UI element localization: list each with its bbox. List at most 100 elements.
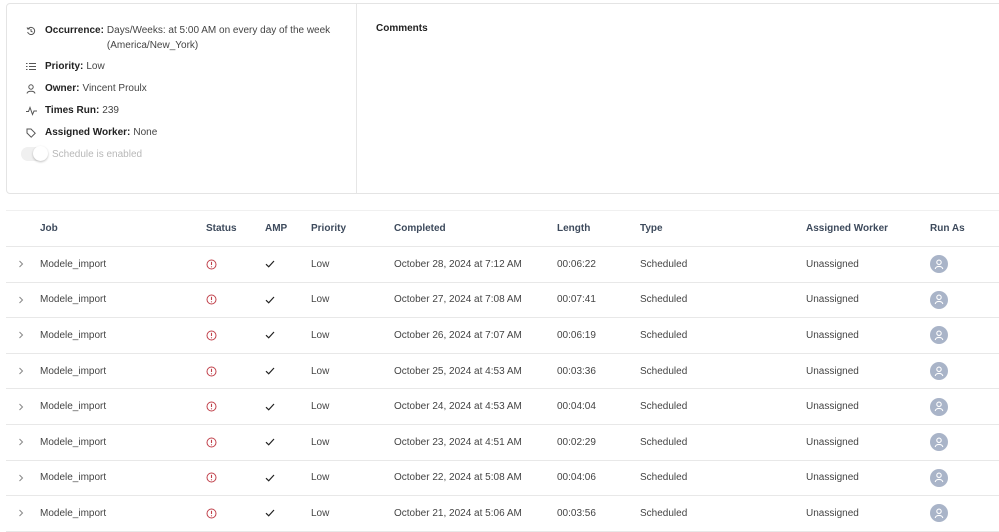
type-cell: Scheduled (640, 294, 688, 306)
check-icon (265, 260, 275, 268)
schedule-toggle-row: Schedule is enabled (21, 146, 142, 161)
chevron-right-icon (19, 403, 24, 411)
priority-label: Priority: (45, 61, 84, 72)
occurrence-value: Days/Weeks: at 5:00 AM on every day of t… (107, 23, 330, 53)
check-icon (265, 438, 275, 446)
job-link[interactable]: Modele_import (40, 318, 106, 353)
table-row[interactable]: Modele_import Low October 23, 2024 at 4:… (6, 425, 999, 461)
job-link[interactable]: Modele_import (40, 389, 106, 424)
expand-row-button[interactable] (18, 389, 24, 424)
avatar[interactable] (930, 504, 948, 523)
avatar[interactable] (930, 290, 948, 309)
job-link[interactable]: Modele_import (40, 354, 106, 389)
check-icon (265, 510, 275, 518)
avatar[interactable] (930, 397, 948, 416)
job-link[interactable]: Modele_import (40, 425, 106, 460)
avatar[interactable] (930, 468, 948, 487)
expand-row-button[interactable] (18, 354, 24, 389)
priority-cell: Low (311, 401, 330, 413)
amp-cell (265, 318, 275, 353)
completed-cell: October 28, 2024 at 7:12 AM (394, 258, 522, 270)
occurrence-value-line1: Days/Weeks: at 5:00 AM on every day of t… (106, 25, 331, 36)
job-link[interactable]: Modele_import (40, 496, 106, 531)
assigned-worker-cell: Unassigned (806, 507, 859, 519)
job-link[interactable]: Modele_import (40, 283, 106, 318)
amp-cell (265, 425, 275, 460)
run-as-cell (930, 283, 948, 318)
table-row[interactable]: Modele_import Low October 26, 2024 at 7:… (6, 318, 999, 354)
chevron-right-icon (19, 474, 24, 482)
amp-cell (265, 389, 275, 424)
assigned-worker-cell: Unassigned (806, 329, 859, 341)
chevron-right-icon (19, 332, 24, 339)
header-completed[interactable]: Completed (394, 211, 446, 246)
header-run-as[interactable]: Run As (930, 211, 965, 246)
status-cell (206, 354, 217, 389)
completed-cell: October 21, 2024 at 5:06 AM (394, 507, 522, 519)
length-cell: 00:07:41 (557, 294, 596, 306)
avatar[interactable] (930, 362, 948, 381)
chevron-right-icon (19, 367, 24, 375)
priority-row: Priority: Low (25, 59, 105, 74)
user-avatar-icon (934, 330, 944, 341)
times-run-row: Times Run: 239 (25, 103, 119, 118)
user-avatar-icon (934, 472, 944, 483)
occurrence-value-line2: (America/New_York) (106, 40, 199, 51)
avatar[interactable] (930, 326, 948, 345)
header-amp[interactable]: AMP (265, 211, 287, 246)
expand-row-button[interactable] (18, 425, 24, 460)
avatar[interactable] (930, 255, 948, 274)
priority-cell: Low (311, 507, 330, 519)
header-job[interactable]: Job (40, 211, 58, 246)
table-row[interactable]: Modele_import Low October 24, 2024 at 4:… (6, 389, 999, 425)
type-cell: Scheduled (640, 258, 688, 270)
table-row[interactable]: Modele_import Low October 25, 2024 at 4:… (6, 354, 999, 390)
job-link[interactable]: Modele_import (40, 461, 106, 496)
user-avatar-icon (934, 259, 944, 269)
expand-row-button[interactable] (18, 461, 24, 496)
assigned-worker-value: None (133, 127, 158, 138)
table-row[interactable]: Modele_import Low October 28, 2024 at 7:… (6, 247, 999, 283)
avatar[interactable] (930, 433, 948, 452)
assigned-worker-label: Assigned Worker: (45, 127, 131, 138)
tag-icon (25, 125, 37, 140)
job-link[interactable]: Modele_import (40, 247, 106, 282)
length-cell: 00:03:36 (557, 365, 596, 377)
expand-row-button[interactable] (18, 247, 24, 282)
expand-row-button[interactable] (18, 318, 24, 353)
schedule-enabled-toggle[interactable] (21, 146, 48, 161)
error-status-icon (206, 366, 217, 377)
table-row[interactable]: Modele_import Low October 22, 2024 at 5:… (6, 461, 999, 497)
error-status-icon (206, 294, 217, 305)
length-cell: 00:02:29 (557, 436, 596, 448)
user-avatar-icon (934, 437, 944, 447)
owner-label: Owner: (45, 83, 80, 94)
priority-cell: Low (311, 472, 330, 484)
table-row[interactable]: Modele_import Low October 27, 2024 at 7:… (6, 283, 999, 319)
expand-row-button[interactable] (18, 283, 24, 318)
priority-cell: Low (311, 436, 330, 448)
status-cell (206, 318, 217, 353)
header-assigned-worker[interactable]: Assigned Worker (806, 211, 888, 246)
run-as-cell (930, 318, 948, 353)
status-cell (206, 461, 217, 496)
header-length[interactable]: Length (557, 211, 590, 246)
amp-cell (265, 283, 275, 318)
header-priority[interactable]: Priority (311, 211, 346, 246)
priority-cell: Low (311, 365, 330, 377)
amp-cell (265, 354, 275, 389)
run-as-cell (930, 496, 948, 531)
length-cell: 00:04:04 (557, 401, 596, 413)
toggle-knob (33, 146, 48, 161)
header-type[interactable]: Type (640, 211, 663, 246)
job-history-table: Job Status AMP Priority Completed Length… (6, 210, 999, 532)
chevron-right-icon (19, 510, 24, 517)
expand-row-button[interactable] (18, 496, 24, 531)
status-cell (206, 425, 217, 460)
user-avatar-icon (934, 401, 944, 412)
check-icon (265, 332, 275, 340)
list-icon (25, 59, 37, 74)
table-row[interactable]: Modele_import Low October 21, 2024 at 5:… (6, 496, 999, 532)
table-header: Job Status AMP Priority Completed Length… (6, 211, 999, 247)
header-status[interactable]: Status (206, 211, 237, 246)
